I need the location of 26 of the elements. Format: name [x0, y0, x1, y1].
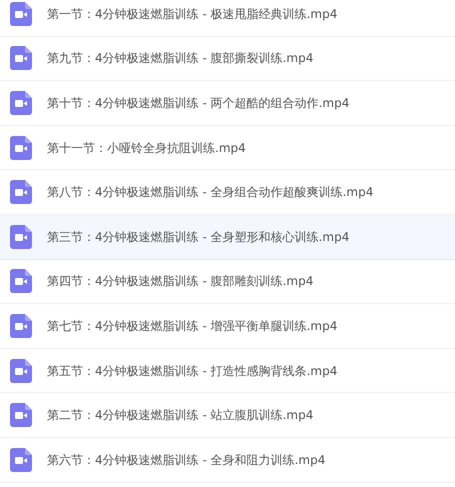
file-name: 第四节：4分钟极速燃脂训练 - 腹部雕刻训练.mp4 — [47, 273, 314, 290]
video-file-icon — [10, 224, 32, 249]
file-row[interactable]: 第三节：4分钟极速燃脂训练 - 全身塑形和核心训练.mp4 — [0, 214, 455, 260]
video-file-icon — [10, 46, 32, 70]
video-file-icon — [10, 358, 32, 383]
video-file-icon — [10, 403, 32, 428]
file-name: 第十节：4分钟极速燃脂训练 - 两个超酷的组合动作.mp4 — [47, 94, 350, 112]
file-name: 第八节：4分钟极速燃脂训练 - 全身组合动作超酸爽训练.mp4 — [47, 184, 374, 202]
file-name: 第十一节：小哑铃全身抗阻训练.mp4 — [47, 140, 246, 157]
video-file-icon — [10, 2, 32, 26]
video-file-icon — [10, 90, 32, 115]
video-file-icon — [10, 269, 32, 294]
file-name: 第六节：4分钟极速燃脂训练 - 全身和阻力训练.mp4 — [47, 452, 326, 469]
video-file-icon — [10, 314, 32, 338]
video-file-icon — [10, 448, 32, 472]
file-name: 第九节：4分钟极速燃脂训练 - 腹部撕裂训练.mp4 — [47, 50, 314, 68]
file-name: 第三节：4分钟极速燃脂训练 - 全身塑形和核心训练.mp4 — [47, 228, 350, 246]
video-file-icon — [10, 180, 32, 204]
file-name: 第一节：4分钟极速燃脂训练 - 极速甩脂经典训练.mp4 — [47, 6, 338, 23]
file-name: 第二节：4分钟极速燃脂训练 - 站立腹肌训练.mp4 — [47, 407, 314, 424]
video-file-icon — [10, 136, 32, 160]
file-row[interactable]: 第四节：4分钟极速燃脂训练 - 腹部雕刻训练.mp4 — [0, 260, 455, 304]
file-name: 第七节：4分钟极速燃脂训练 - 增强平衡单腿训练.mp4 — [47, 318, 338, 335]
file-row[interactable]: 第一节：4分钟极速燃脂训练 - 极速甩脂经典训练.mp4 — [0, 0, 455, 37]
file-name: 第五节：4分钟极速燃脂训练 - 打造性感胸背线条.mp4 — [47, 362, 338, 380]
file-row[interactable]: 第九节：4分钟极速燃脂训练 - 腹部撕裂训练.mp4 — [0, 36, 455, 82]
